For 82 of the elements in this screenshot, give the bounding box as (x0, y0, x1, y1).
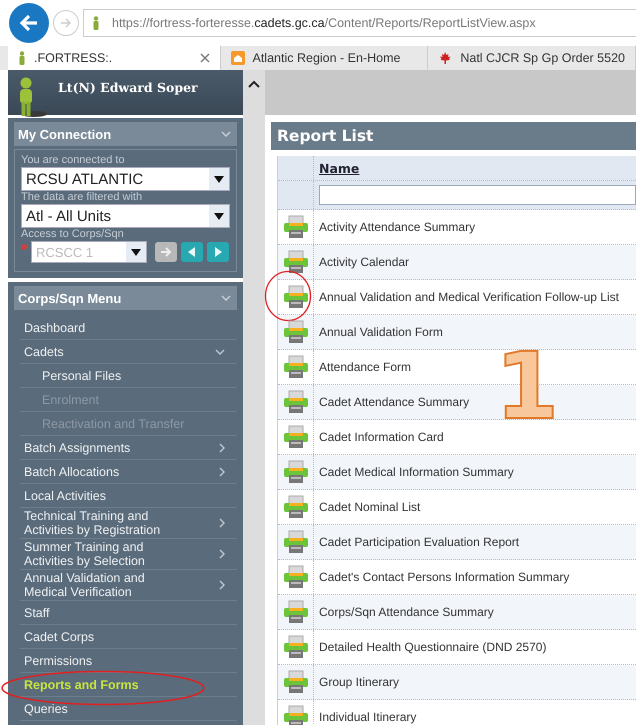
go-button[interactable] (155, 242, 177, 262)
menu-item[interactable]: Staff (20, 601, 237, 625)
annotation-circle (264, 270, 312, 322)
report-name[interactable]: Cadet's Contact Persons Information Summary (319, 570, 570, 584)
report-name[interactable]: Cadet Information Card (319, 430, 444, 444)
url-text: https://fortress-forteresse.cadets.gc.ca/Content/Reports/ReportListView.aspx (112, 16, 536, 30)
required-dot-icon (21, 244, 27, 250)
next-button[interactable] (207, 242, 229, 262)
menu-item[interactable]: Cadet Corps (20, 625, 237, 649)
field-label: You are connected to (21, 154, 126, 167)
report-name[interactable]: Individual Itinerary (319, 710, 416, 724)
printer-icon[interactable] (282, 600, 308, 624)
browser-tab[interactable]: .FORTRESS:. (8, 46, 220, 70)
printer-icon[interactable] (282, 215, 308, 239)
report-name[interactable]: Cadet Nominal List (319, 500, 420, 514)
menu-item[interactable]: Annual Validation and Medical Verification (20, 570, 237, 601)
printer-icon[interactable] (282, 250, 308, 274)
report-name[interactable]: Activity Calendar (319, 255, 410, 269)
triangle-right-icon (212, 246, 224, 258)
previous-button[interactable] (181, 242, 203, 262)
submenu-item[interactable]: Personal Files (20, 364, 237, 388)
back-button[interactable] (9, 3, 49, 43)
chevron-right-icon (219, 518, 225, 528)
chevron-right-icon (219, 442, 225, 452)
chevron-down-icon[interactable] (221, 131, 231, 137)
figure-icon (18, 51, 26, 65)
chevron-right-icon (219, 549, 225, 559)
printer-icon[interactable] (282, 285, 308, 309)
printer-icon[interactable] (282, 495, 308, 519)
report-name[interactable]: Group Itinerary (319, 675, 400, 689)
menu-item[interactable]: Summer Training and Activities by Selection (20, 539, 237, 570)
report-name[interactable]: Detailed Health Questionnaire (DND 2570) (319, 640, 546, 654)
report-name[interactable]: Cadet Attendance Summary (319, 395, 470, 409)
menu-item[interactable]: Batch Assignments (20, 436, 237, 460)
field-label: The data are filtered with (21, 191, 144, 204)
chevron-right-icon (219, 580, 225, 590)
printer-icon[interactable] (282, 320, 308, 344)
chevron-right-icon (219, 466, 225, 476)
menu-item[interactable]: Batch Allocations (20, 460, 237, 484)
printer-icon[interactable] (282, 390, 308, 414)
back-arrow-icon (18, 12, 40, 34)
unit-dropdown[interactable]: RCSU ATLANTIC (21, 167, 230, 191)
section-header[interactable]: My Connection (14, 122, 237, 146)
step-number: 1 (495, 347, 560, 427)
report-name[interactable]: Activity Attendance Summary (319, 220, 476, 234)
panel-title: Report List (271, 122, 636, 150)
report-name[interactable]: Attendance Form (319, 360, 412, 374)
figure-icon (92, 16, 100, 30)
report-name[interactable]: Annual Validation Form (319, 325, 443, 339)
house-icon (230, 51, 244, 65)
forward-arrow-icon (59, 16, 73, 30)
report-name[interactable]: Annual Validation and Medical Verification Follow-up List (319, 290, 619, 304)
user-name: Lt(N) Edward Soper (58, 80, 198, 95)
printer-icon[interactable] (282, 635, 308, 659)
address-bar[interactable]: https://fortress-forteresse.cadets.gc.ca/Content/Reports/ReportListView.aspx (83, 9, 636, 37)
printer-icon[interactable] (282, 425, 308, 449)
filter-field[interactable] (319, 185, 636, 205)
section-header[interactable]: Corps/Sqn Menu (14, 286, 237, 310)
menu-item[interactable]: Permissions (20, 649, 237, 673)
printer-icon[interactable] (282, 460, 308, 484)
column-header[interactable]: Name (319, 160, 360, 176)
menu-item[interactable]: Local Activities (20, 484, 237, 508)
printer-icon[interactable] (282, 355, 308, 379)
menu-item[interactable]: Dashboard (20, 316, 237, 340)
triangle-left-icon (186, 246, 198, 258)
scroll-up-icon[interactable] (248, 80, 260, 88)
maple-leaf-icon (438, 51, 452, 65)
printer-icon[interactable] (282, 670, 308, 694)
report-name[interactable]: Corps/Sqn Attendance Summary (319, 605, 494, 619)
chevron-down-icon[interactable] (221, 295, 231, 301)
printer-icon[interactable] (282, 565, 308, 589)
menu-item[interactable]: Cadets (20, 340, 237, 364)
arrow-right-icon (160, 246, 172, 258)
menu-item[interactable]: Reports and Forms (20, 673, 237, 697)
menu-item[interactable]: Queries (20, 697, 237, 721)
menu-item[interactable]: Technical Training and Activities by Registration (20, 508, 237, 539)
close-icon[interactable] (200, 53, 210, 63)
printer-icon[interactable] (282, 530, 308, 554)
printer-icon[interactable] (282, 705, 308, 725)
scrollbar[interactable] (243, 70, 265, 725)
filter-dropdown[interactable]: Atl - All Units (21, 204, 230, 228)
field-label: Access to Corps/Sqn (21, 228, 125, 241)
